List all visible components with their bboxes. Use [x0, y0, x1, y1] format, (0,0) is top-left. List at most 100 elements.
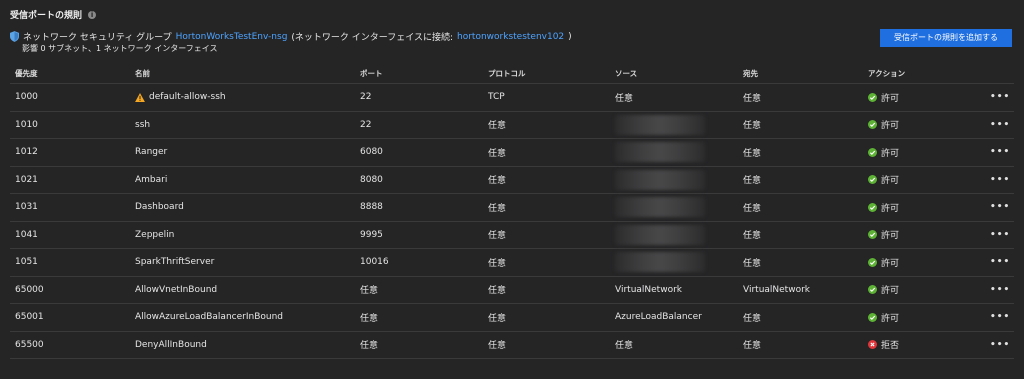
table-row[interactable]: 1031 Dashboard 8888 任意 任意 許可 •••: [10, 194, 1014, 222]
nsg-suffix: ): [568, 31, 572, 42]
section-title: 受信ポートの規則 i: [10, 8, 97, 21]
check-circle-icon: [868, 230, 877, 240]
rule-port: 8888: [360, 202, 383, 213]
table-row[interactable]: 1021 Ambari 8080 任意 任意 許可 •••: [10, 167, 1014, 194]
rule-action-cell: 許可: [868, 249, 899, 276]
column-header-protocol[interactable]: プロトコル: [488, 68, 526, 83]
rule-priority: 65500: [15, 339, 44, 350]
rule-source: VirtualNetwork: [615, 284, 682, 295]
table-header: 優先度 名前 ポート プロトコル ソース 宛先 アクション: [10, 68, 1014, 84]
affects-text: 影響 0 サブネット、1 ネットワーク インターフェイス: [22, 44, 218, 53]
table-row[interactable]: 65000 AllowVnetInBound 任意 任意 VirtualNetwork V…: [10, 277, 1014, 304]
rule-action: 許可: [881, 286, 900, 297]
rule-destination: 任意: [743, 93, 762, 104]
rule-protocol: 任意: [488, 121, 507, 132]
nic-link[interactable]: hortonworkstestenv102: [457, 32, 564, 42]
x-circle-icon: [868, 340, 877, 350]
rule-protocol: 任意: [488, 341, 507, 352]
rule-name: SparkThriftServer: [135, 257, 215, 268]
rule-name: Ambari: [135, 174, 168, 185]
rule-action-cell: 許可: [868, 277, 899, 304]
rule-action-cell: 拒否: [868, 332, 899, 359]
column-header-destination[interactable]: 宛先: [743, 68, 758, 83]
table-row[interactable]: 65001 AllowAzureLoadBalancerInBound 任意 任意 Az…: [10, 304, 1014, 332]
more-options-button[interactable]: •••: [990, 277, 1010, 304]
rule-priority: 1041: [15, 229, 38, 240]
redacted-source-value: [615, 169, 705, 190]
column-header-source[interactable]: ソース: [615, 68, 637, 83]
table-row[interactable]: 1051 SparkThriftServer 10016 任意 任意 許可 •••: [10, 249, 1014, 277]
rule-name-cell: AllowVnetInBound: [135, 277, 217, 304]
rule-name: AllowAzureLoadBalancerInBound: [135, 312, 283, 323]
rule-name: Dashboard: [135, 202, 184, 213]
column-header-port[interactable]: ポート: [360, 68, 383, 83]
rule-action: 許可: [881, 121, 900, 132]
rule-action: 許可: [881, 148, 900, 159]
rule-destination: 任意: [743, 313, 762, 324]
more-options-button[interactable]: •••: [990, 167, 1010, 194]
more-options-button[interactable]: •••: [990, 304, 1010, 331]
redacted-source-value: [615, 142, 705, 163]
rule-destination: 任意: [743, 148, 762, 159]
more-options-button[interactable]: •••: [990, 222, 1010, 249]
rule-priority: 1021: [15, 174, 38, 185]
rule-name: DenyAllInBound: [135, 339, 207, 350]
rule-name: default-allow-ssh: [149, 92, 226, 103]
table-row[interactable]: 1012 Ranger 6080 任意 任意 許可 •••: [10, 139, 1014, 167]
more-options-button[interactable]: •••: [990, 84, 1010, 111]
rule-action-cell: 許可: [868, 222, 899, 249]
rule-priority: 1012: [15, 147, 38, 158]
redacted-source-value: [615, 252, 705, 273]
rule-port: 6080: [360, 147, 383, 158]
column-header-action[interactable]: アクション: [868, 68, 905, 83]
rule-protocol: 任意: [488, 176, 507, 187]
rule-name-cell: Zeppelin: [135, 222, 174, 249]
check-circle-icon: [868, 312, 877, 322]
rule-priority: 65001: [15, 312, 44, 323]
rule-port: 任意: [360, 341, 379, 352]
rule-protocol: 任意: [488, 148, 507, 159]
column-header-name[interactable]: 名前: [135, 68, 150, 83]
rule-name-cell: SparkThriftServer: [135, 249, 214, 276]
table-row[interactable]: 1010 ssh 22 任意 任意 許可 •••: [10, 112, 1014, 139]
rule-action-cell: 許可: [868, 304, 899, 331]
check-circle-icon: [868, 92, 877, 102]
rule-source-redacted: [615, 167, 705, 194]
rule-port: 任意: [360, 313, 379, 324]
nsg-link[interactable]: HortonWorksTestEnv-nsg: [176, 32, 288, 42]
rule-name-cell: default-allow-ssh: [135, 84, 226, 111]
rule-protocol: 任意: [488, 313, 507, 324]
rule-protocol: 任意: [488, 286, 507, 297]
rule-priority: 1000: [15, 92, 38, 103]
more-options-button[interactable]: •••: [990, 332, 1010, 359]
rule-action: 許可: [881, 258, 900, 269]
rule-destination: 任意: [743, 258, 762, 269]
rule-port: 10016: [360, 257, 389, 268]
table-row[interactable]: 65500 DenyAllInBound 任意 任意 任意 任意 拒否 •••: [10, 332, 1014, 359]
column-header-priority[interactable]: 優先度: [15, 68, 38, 83]
check-circle-icon: [868, 285, 877, 295]
rule-action-cell: 許可: [868, 112, 899, 139]
more-options-button[interactable]: •••: [990, 139, 1010, 166]
info-icon[interactable]: i: [88, 10, 97, 19]
rule-action: 拒否: [881, 341, 900, 352]
rule-protocol: TCP: [488, 92, 505, 103]
more-options-button[interactable]: •••: [990, 249, 1010, 276]
more-options-button[interactable]: •••: [990, 112, 1010, 139]
check-circle-icon: [868, 202, 877, 212]
rule-destination: 任意: [743, 231, 762, 242]
rule-source-redacted: [615, 112, 705, 139]
rule-action: 許可: [881, 176, 900, 187]
table-row[interactable]: 1041 Zeppelin 9995 任意 任意 許可 •••: [10, 222, 1014, 249]
check-circle-icon: [868, 120, 877, 130]
more-options-button[interactable]: •••: [990, 194, 1010, 221]
rule-action-cell: 許可: [868, 194, 899, 221]
rule-port: 22: [360, 119, 372, 130]
rule-protocol: 任意: [488, 231, 507, 242]
rule-source: 任意: [615, 93, 634, 104]
check-circle-icon: [868, 257, 877, 267]
add-inbound-rule-button[interactable]: 受信ポートの規則を追加する: [880, 29, 1012, 47]
rule-destination: 任意: [743, 176, 762, 187]
rule-priority: 1051: [15, 257, 38, 268]
table-row[interactable]: 1000 default-allow-ssh 22 TCP 任意 任意 許可 •••: [10, 84, 1014, 112]
